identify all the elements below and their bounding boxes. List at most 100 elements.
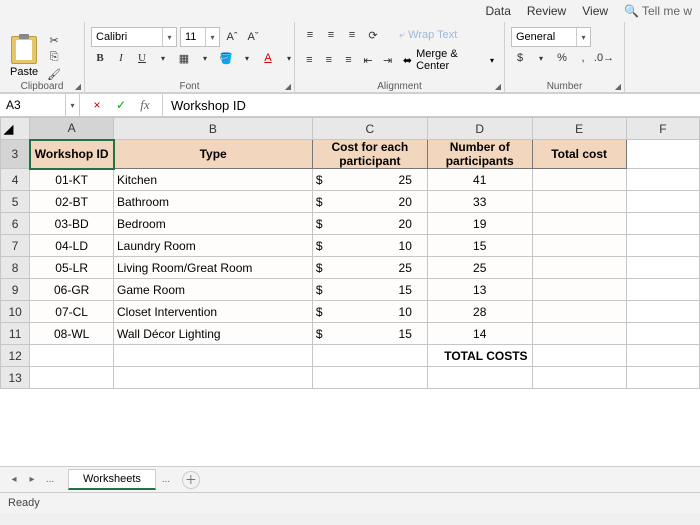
cell[interactable] bbox=[532, 345, 626, 367]
cell-type[interactable]: Wall Décor Lighting bbox=[114, 323, 313, 345]
cell-cost[interactable]: $25 bbox=[312, 257, 427, 279]
tab-data[interactable]: Data bbox=[478, 2, 519, 20]
chevron-down-icon[interactable]: ▾ bbox=[154, 50, 172, 66]
borders-button[interactable]: ▦ bbox=[175, 50, 193, 66]
cell-c3[interactable]: Cost for each participant bbox=[312, 140, 427, 169]
font-name-select[interactable]: ▾ bbox=[91, 27, 177, 47]
paste-button[interactable]: Paste bbox=[6, 34, 42, 80]
col-header-f[interactable]: F bbox=[626, 118, 699, 140]
decrease-indent-button[interactable]: ⇤ bbox=[360, 52, 377, 68]
cell-type[interactable]: Kitchen bbox=[114, 169, 313, 191]
row-header[interactable]: 3 bbox=[1, 140, 30, 169]
sheet-all-button[interactable]: ... bbox=[42, 472, 58, 488]
cell-cost[interactable]: $10 bbox=[312, 235, 427, 257]
cell-id[interactable]: 08-WL bbox=[30, 323, 114, 345]
chevron-down-icon[interactable]: ▾ bbox=[490, 56, 494, 65]
cell[interactable] bbox=[312, 345, 427, 367]
row-header[interactable]: 12 bbox=[1, 345, 30, 367]
row-header[interactable]: 13 bbox=[1, 367, 30, 389]
chevron-down-icon[interactable]: ▾ bbox=[532, 50, 550, 66]
chevron-down-icon[interactable]: ▾ bbox=[65, 94, 79, 116]
cell[interactable] bbox=[626, 367, 699, 389]
cell[interactable] bbox=[427, 367, 532, 389]
add-sheet-button[interactable]: ＋ bbox=[182, 471, 200, 489]
tab-review[interactable]: Review bbox=[519, 2, 574, 20]
row-header[interactable]: 11 bbox=[1, 323, 30, 345]
increase-indent-button[interactable]: ⇥ bbox=[379, 52, 396, 68]
select-all-corner[interactable]: ◢ bbox=[1, 118, 30, 140]
number-format-select[interactable]: General ▾ bbox=[511, 27, 591, 47]
increase-decimal-button[interactable]: .0→ bbox=[595, 50, 613, 66]
cell[interactable] bbox=[532, 367, 626, 389]
cell-id[interactable]: 01-KT bbox=[30, 169, 114, 191]
cell-type[interactable]: Bathroom bbox=[114, 191, 313, 213]
cell-total[interactable] bbox=[532, 279, 626, 301]
align-top-button[interactable]: ≡ bbox=[301, 27, 319, 43]
row-header[interactable]: 10 bbox=[1, 301, 30, 323]
col-header-d[interactable]: D bbox=[427, 118, 532, 140]
clipboard-dialog-launcher[interactable]: ◢ bbox=[73, 81, 83, 91]
increase-font-button[interactable]: Aˆ bbox=[223, 29, 241, 45]
cell-id[interactable]: 03-BD bbox=[30, 213, 114, 235]
row-header[interactable]: 5 bbox=[1, 191, 30, 213]
cell-type[interactable]: Closet Intervention bbox=[114, 301, 313, 323]
cell-cost[interactable]: $15 bbox=[312, 279, 427, 301]
cell-total[interactable] bbox=[532, 213, 626, 235]
cell-type[interactable]: Bedroom bbox=[114, 213, 313, 235]
row-header[interactable]: 4 bbox=[1, 169, 30, 191]
col-header-e[interactable]: E bbox=[532, 118, 626, 140]
cell-id[interactable]: 05-LR bbox=[30, 257, 114, 279]
fill-color-button[interactable]: 🪣 bbox=[217, 50, 235, 66]
align-middle-button[interactable]: ≡ bbox=[322, 27, 340, 43]
row-header[interactable]: 6 bbox=[1, 213, 30, 235]
accounting-format-button[interactable]: $ bbox=[511, 50, 529, 66]
font-size-input[interactable] bbox=[181, 31, 205, 43]
decrease-font-button[interactable]: Aˇ bbox=[244, 29, 262, 45]
cell-cost[interactable]: $15 bbox=[312, 323, 427, 345]
cell-total[interactable] bbox=[532, 235, 626, 257]
cell-total[interactable] bbox=[532, 301, 626, 323]
cell[interactable] bbox=[626, 323, 699, 345]
merge-center-button[interactable]: ⬌ Merge & Center ▾ bbox=[399, 46, 498, 74]
wrap-text-button[interactable]: ⤶Wrap Text bbox=[396, 28, 460, 43]
sheet-prev-button[interactable]: ◂ bbox=[6, 472, 22, 488]
spreadsheet-grid[interactable]: ◢ A B C D E F 3 Workshop ID Type Cost fo… bbox=[0, 117, 700, 467]
col-header-c[interactable]: C bbox=[312, 118, 427, 140]
copy-button[interactable]: ⎘ bbox=[45, 49, 63, 65]
cell-num[interactable]: 28 bbox=[427, 301, 532, 323]
cell-e3[interactable]: Total cost bbox=[532, 140, 626, 169]
cell-cost[interactable]: $10 bbox=[312, 301, 427, 323]
cell-type[interactable]: Game Room bbox=[114, 279, 313, 301]
cell[interactable] bbox=[30, 367, 114, 389]
cell[interactable] bbox=[626, 191, 699, 213]
cell-num[interactable]: 13 bbox=[427, 279, 532, 301]
cell-type[interactable]: Living Room/Great Room bbox=[114, 257, 313, 279]
cell-total-label[interactable]: TOTAL COSTS bbox=[427, 345, 532, 367]
chevron-down-icon[interactable]: ▾ bbox=[196, 50, 214, 66]
cell-num[interactable]: 33 bbox=[427, 191, 532, 213]
cell-total[interactable] bbox=[532, 169, 626, 191]
row-header[interactable]: 9 bbox=[1, 279, 30, 301]
align-left-button[interactable]: ≡ bbox=[301, 52, 318, 68]
name-box[interactable]: A3 ▾ bbox=[0, 94, 80, 116]
cell-b3[interactable]: Type bbox=[114, 140, 313, 169]
align-right-button[interactable]: ≡ bbox=[340, 52, 357, 68]
font-color-button[interactable]: A bbox=[259, 50, 277, 66]
chevron-down-icon[interactable]: ▾ bbox=[162, 28, 176, 46]
tell-me-search[interactable]: 🔍Tell me w bbox=[616, 2, 700, 20]
formula-bar-input[interactable]: Workshop ID bbox=[163, 94, 700, 116]
number-dialog-launcher[interactable]: ◢ bbox=[613, 81, 623, 91]
format-painter-button[interactable]: 🖌 bbox=[45, 66, 63, 82]
percent-format-button[interactable]: % bbox=[553, 50, 571, 66]
cell-num[interactable]: 14 bbox=[427, 323, 532, 345]
cell[interactable] bbox=[626, 301, 699, 323]
cell-num[interactable]: 19 bbox=[427, 213, 532, 235]
chevron-down-icon[interactable]: ▾ bbox=[238, 50, 256, 66]
tab-view[interactable]: View bbox=[574, 2, 616, 20]
comma-format-button[interactable]: , bbox=[574, 50, 592, 66]
orientation-button[interactable]: ⟳ bbox=[364, 27, 382, 43]
underline-button[interactable]: U bbox=[133, 50, 151, 66]
cell-cost[interactable]: $20 bbox=[312, 191, 427, 213]
col-header-a[interactable]: A bbox=[30, 118, 114, 140]
cell-type[interactable]: Laundry Room bbox=[114, 235, 313, 257]
